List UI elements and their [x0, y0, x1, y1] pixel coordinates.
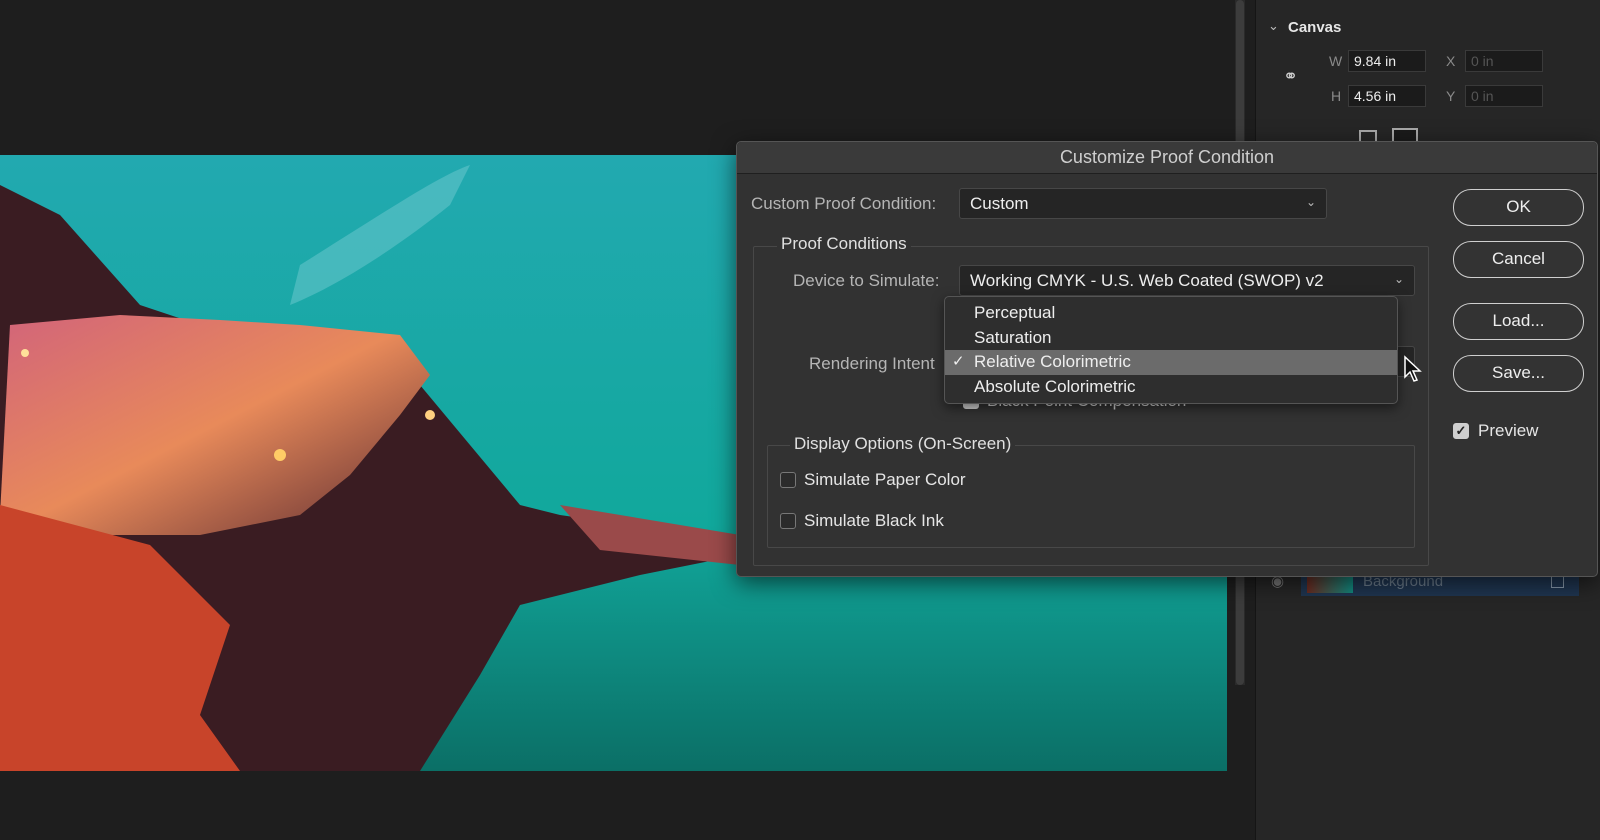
simulate-black-ink-checkbox[interactable]	[780, 513, 796, 529]
width-field[interactable]: 9.84 in	[1348, 50, 1426, 72]
custom-proof-condition-value: Custom	[970, 194, 1029, 213]
custom-proof-condition-label: Custom Proof Condition:	[751, 194, 937, 213]
cancel-button[interactable]: Cancel	[1453, 241, 1584, 278]
menu-item-absolute-colorimetric[interactable]: Absolute Colorimetric	[945, 375, 1397, 400]
menu-item-relative-colorimetric[interactable]: ✓ Relative Colorimetric	[945, 350, 1397, 375]
checkmark-icon: ✓	[952, 353, 965, 370]
simulate-paper-color-checkbox[interactable]	[780, 472, 796, 488]
custom-proof-condition-select[interactable]: Custom ⌄	[959, 188, 1327, 219]
height-field[interactable]: 4.56 in	[1348, 85, 1426, 107]
rendering-intent-label: Rendering Intent	[809, 354, 935, 373]
device-to-simulate-select[interactable]: Working CMYK - U.S. Web Coated (SWOP) v2…	[959, 265, 1415, 296]
display-options-label: Display Options (On-Screen)	[790, 434, 1016, 454]
display-options-group	[767, 445, 1415, 548]
save-button[interactable]: Save...	[1453, 355, 1584, 392]
mouse-cursor-icon	[1404, 355, 1422, 382]
y-field[interactable]: 0 in	[1465, 85, 1543, 107]
ok-button[interactable]: OK	[1453, 189, 1584, 226]
y-label: Y	[1446, 88, 1456, 104]
x-label: X	[1446, 53, 1456, 69]
proof-conditions-label: Proof Conditions	[777, 234, 911, 254]
landscape-icon[interactable]	[1392, 128, 1418, 142]
height-label: H	[1331, 88, 1342, 104]
x-field[interactable]: 0 in	[1465, 50, 1543, 72]
menu-item-label: Relative Colorimetric	[974, 352, 1131, 371]
chevron-down-icon[interactable]: ⌄	[1268, 18, 1279, 34]
device-to-simulate-label: Device to Simulate:	[793, 271, 940, 290]
dialog-title: Customize Proof Condition	[737, 142, 1597, 174]
rendering-intent-dropdown-menu: Perceptual Saturation ✓ Relative Colorime…	[944, 296, 1398, 404]
simulate-paper-color-label: Simulate Paper Color	[804, 470, 966, 489]
simulate-black-ink-label: Simulate Black Ink	[804, 511, 944, 530]
canvas-section-title: Canvas	[1288, 19, 1342, 36]
chevron-down-icon: ⌄	[1305, 195, 1316, 209]
menu-item-perceptual[interactable]: Perceptual	[945, 301, 1397, 326]
load-button[interactable]: Load...	[1453, 303, 1584, 340]
width-label: W	[1329, 53, 1343, 69]
menu-item-saturation[interactable]: Saturation	[945, 326, 1397, 351]
preview-label: Preview	[1478, 421, 1539, 440]
chevron-down-icon: ⌄	[1393, 272, 1404, 286]
preview-checkbox[interactable]: ✓	[1453, 423, 1469, 439]
customize-proof-condition-dialog: Customize Proof Condition Custom Proof C…	[736, 141, 1598, 577]
device-to-simulate-value: Working CMYK - U.S. Web Coated (SWOP) v2	[970, 271, 1324, 290]
link-icon[interactable]: ⚭	[1283, 66, 1298, 87]
